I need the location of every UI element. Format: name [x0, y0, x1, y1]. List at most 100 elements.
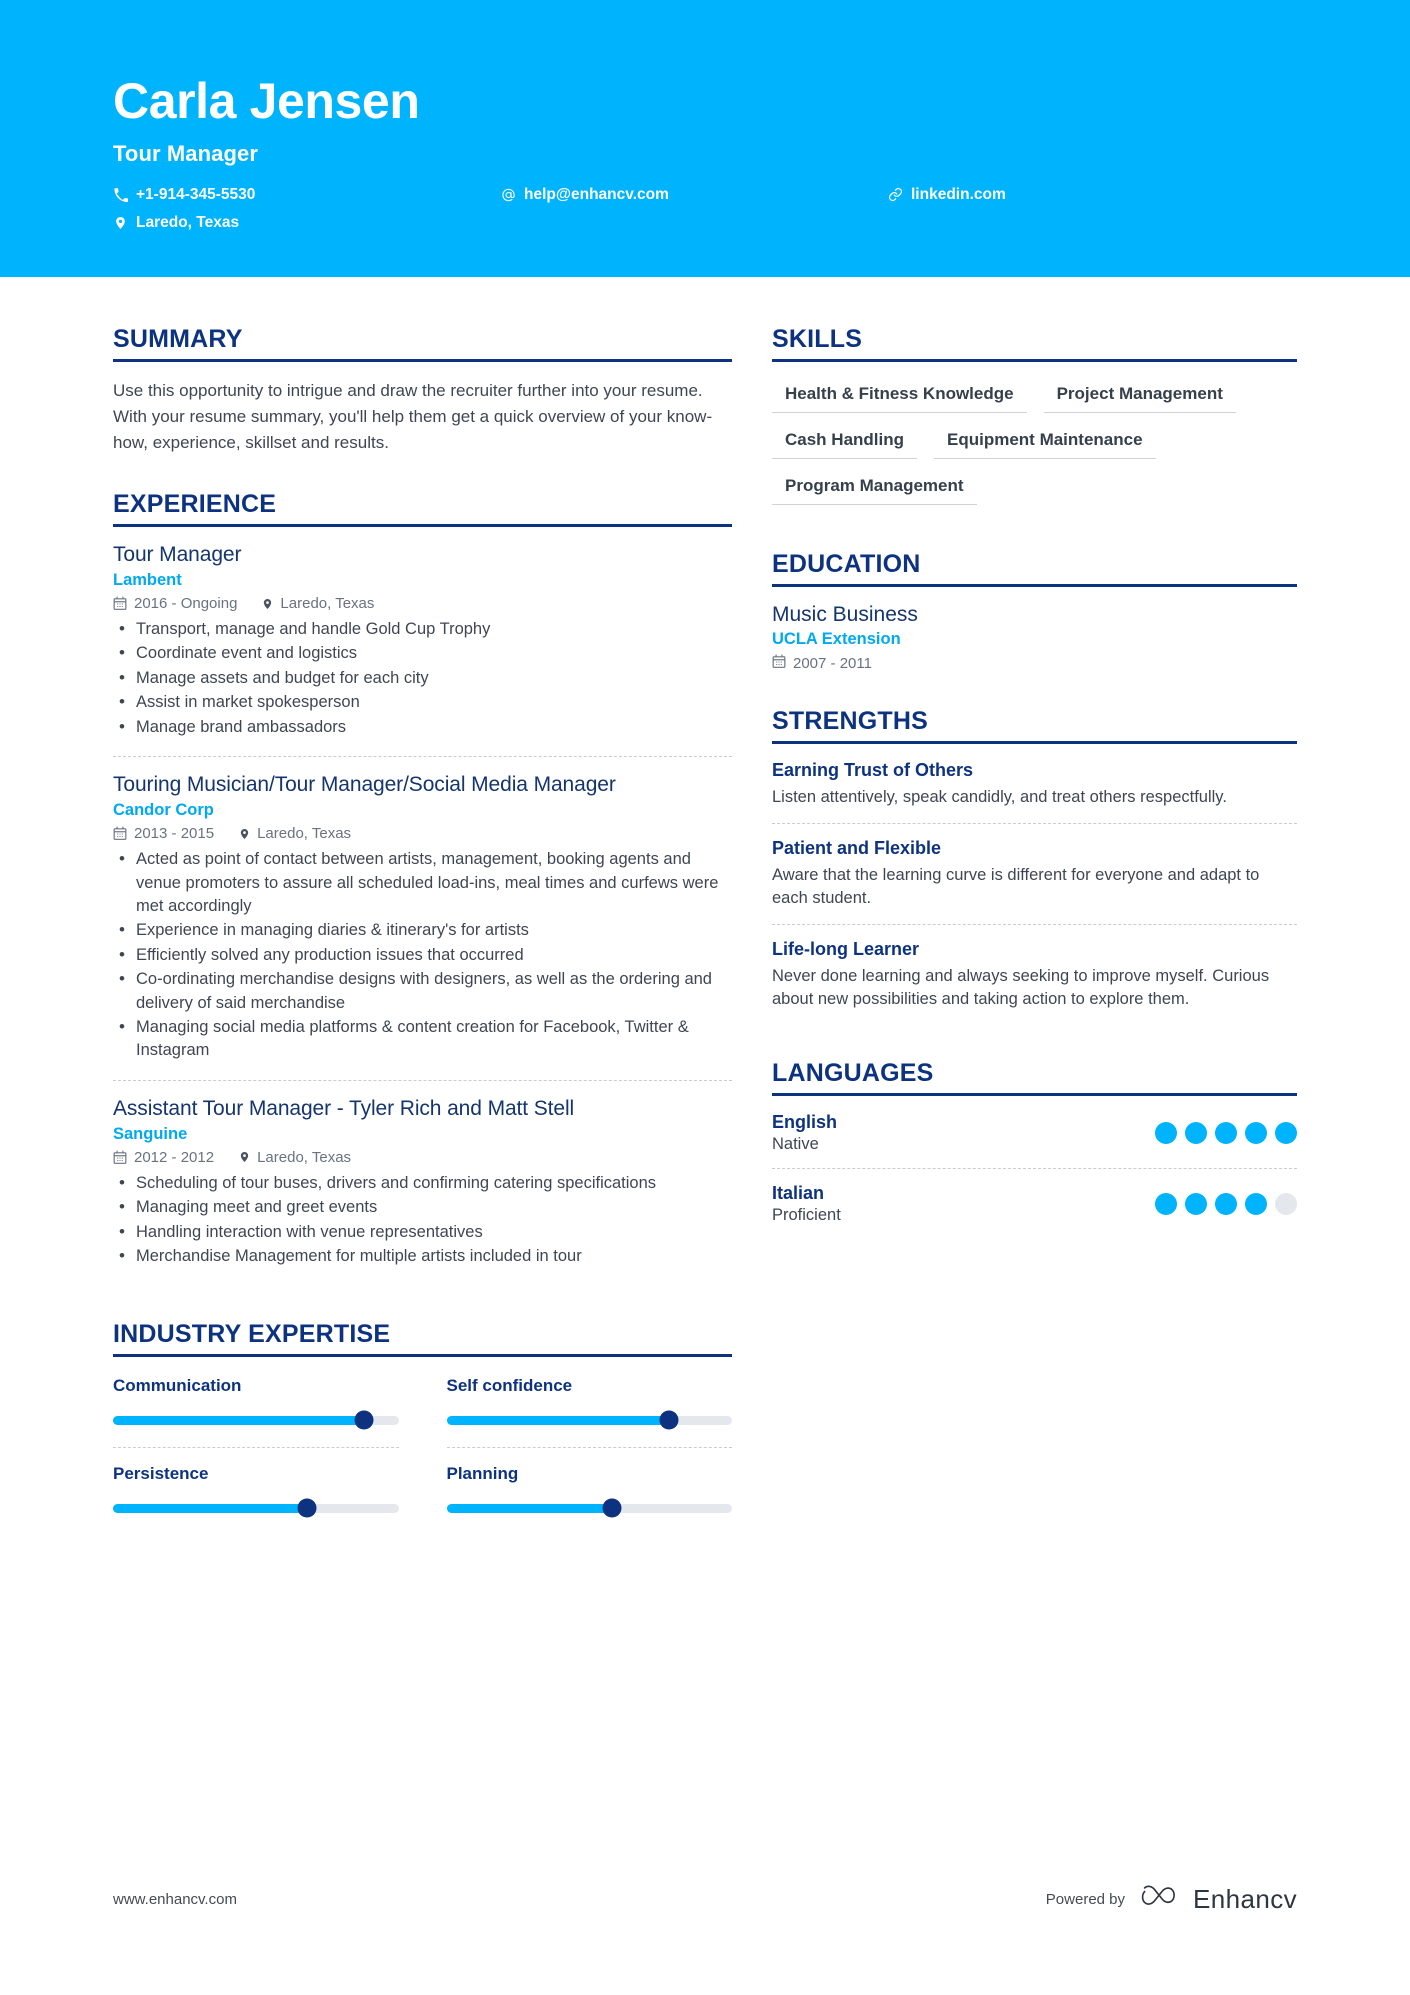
candidate-name: Carla Jensen — [113, 73, 420, 129]
contact-phone-text: +1-914-345-5530 — [136, 185, 256, 203]
experience-company: Lambent — [113, 571, 182, 589]
rating-dot — [1215, 1122, 1237, 1145]
expertise-item: Self confidence — [446, 1373, 732, 1447]
expertise-slider-knob[interactable] — [354, 1410, 374, 1430]
education-school: UCLA Extension — [772, 630, 901, 648]
rating-dot — [1275, 1193, 1297, 1216]
experience-title: Assistant Tour Manager - Tyler Rich and … — [113, 1096, 575, 1120]
contact-link-text: linkedin.com — [911, 185, 1006, 203]
bullet: Experience in managing diaries & itinera… — [113, 918, 732, 943]
rating-dot — [1245, 1122, 1267, 1145]
language-info: Italian Proficient — [772, 1183, 841, 1225]
contact-row: +1-914-345-5530 help@enhancv.com linkedi… — [113, 186, 1410, 231]
contact-location-text: Laredo, Texas — [136, 213, 240, 231]
contact-phone[interactable]: +1-914-345-5530 — [113, 186, 255, 204]
expertise-slider-fill — [446, 1503, 613, 1513]
left-column: SUMMARY Use this opportunity to intrigue… — [0, 325, 772, 1551]
education-item: Music Business UCLA Extension 2007 - 201… — [772, 603, 1297, 673]
strengths-heading: STRENGTHS — [772, 707, 1297, 744]
resume-header: Carla Jensen Tour Manager +1-914-345-553… — [0, 0, 1410, 277]
resume-page: Carla Jensen Tour Manager +1-914-345-553… — [0, 0, 1410, 1995]
experience-location: Laredo, Texas — [239, 1149, 351, 1166]
bullet: Managing social media platforms & conten… — [113, 1015, 732, 1063]
rating-dot — [1185, 1122, 1207, 1145]
summary-heading: SUMMARY — [113, 325, 732, 362]
experience-bullets: Acted as point of contact between artist… — [113, 847, 732, 1063]
map-pin-icon — [113, 215, 128, 231]
section-industry-expertise: INDUSTRY EXPERTISE Communication Self co… — [113, 1320, 732, 1518]
rating-dot — [1245, 1193, 1267, 1216]
strength-description: Never done learning and always seeking t… — [772, 967, 1270, 1009]
bullet: Manage brand ambassadors — [113, 715, 732, 740]
calendar-icon — [113, 596, 127, 611]
experience-title: Touring Musician/Tour Manager/Social Med… — [113, 773, 616, 797]
bullet: Assist in market spokesperson — [113, 690, 732, 715]
strength-item: Life-long Learner Never done learning an… — [772, 924, 1297, 1025]
skill-chip: Health & Fitness Knowledge — [772, 378, 1027, 413]
rating-dot — [1275, 1122, 1297, 1145]
strength-title: Earning Trust of Others — [772, 760, 974, 780]
expertise-slider[interactable] — [446, 1498, 732, 1518]
link-icon — [888, 187, 903, 203]
expertise-slider[interactable] — [113, 1498, 399, 1518]
contact-link[interactable]: linkedin.com — [888, 186, 1006, 204]
enhancv-logo-icon — [1141, 1884, 1183, 1915]
contact-email[interactable]: help@enhancv.com — [501, 186, 669, 204]
expertise-slider-fill — [446, 1415, 670, 1425]
expertise-slider-knob[interactable] — [602, 1498, 622, 1518]
calendar-icon — [113, 1150, 127, 1165]
map-pin-icon — [239, 1150, 250, 1164]
contact-location: Laredo, Texas — [113, 214, 239, 232]
brand-name: Enhancv — [1193, 1884, 1297, 1914]
experience-location-text: Laredo, Texas — [280, 595, 375, 612]
skill-chip: Cash Handling — [772, 424, 918, 459]
experience-location: Laredo, Texas — [262, 595, 374, 612]
experience-title: Tour Manager — [113, 543, 242, 566]
brand-logo-block: Enhancv — [1141, 1884, 1297, 1915]
languages-heading: LANGUAGES — [772, 1059, 1297, 1097]
language-info: English Native — [772, 1112, 837, 1154]
experience-company: Sanguine — [113, 1124, 188, 1143]
experience-location-text: Laredo, Texas — [257, 1148, 352, 1166]
skill-chip: Program Management — [772, 470, 977, 505]
calendar-icon — [772, 654, 786, 673]
expertise-slider-knob[interactable] — [297, 1498, 317, 1518]
language-name: English — [772, 1112, 838, 1133]
rating-dot — [1155, 1122, 1177, 1145]
experience-dates-text: 2016 - Ongoing — [134, 595, 238, 612]
experience-dates: 2012 - 2012 — [113, 1149, 214, 1166]
section-summary: SUMMARY Use this opportunity to intrigue… — [113, 325, 732, 456]
footer-url[interactable]: www.enhancv.com — [113, 1891, 237, 1908]
expertise-slider[interactable] — [446, 1410, 732, 1430]
bullet: Merchandise Management for multiple arti… — [113, 1244, 732, 1269]
expertise-slider-knob[interactable] — [659, 1410, 679, 1430]
language-item: English Native — [772, 1112, 1297, 1168]
experience-meta: 2012 - 2012 Laredo, Texas — [113, 1149, 732, 1166]
experience-dates: 2013 - 2015 — [113, 825, 214, 842]
experience-meta: 2016 - Ongoing Laredo, Texas — [113, 595, 732, 612]
rating-dot — [1185, 1193, 1207, 1216]
industry-expertise-heading: INDUSTRY EXPERTISE — [113, 1320, 732, 1357]
education-heading: EDUCATION — [772, 550, 1297, 587]
expertise-item: Persistence — [113, 1446, 399, 1518]
education-dates: 2007 - 2011 — [772, 654, 1297, 673]
expertise-label: Persistence — [113, 1463, 209, 1483]
phone-icon — [113, 187, 128, 203]
powered-by-label: Powered by — [1045, 1891, 1126, 1908]
experience-item: Tour Manager Lambent 2016 - Ongoing Lare… — [113, 543, 732, 756]
powered-by-block: Powered by Enhancv — [1046, 1884, 1297, 1915]
expertise-slider-fill — [113, 1503, 308, 1513]
language-rating-dots — [1155, 1122, 1297, 1145]
right-column: SKILLS Health & Fitness Knowledge Projec… — [772, 325, 1410, 1551]
skills-list: Health & Fitness Knowledge Project Manag… — [772, 378, 1297, 516]
expertise-slider[interactable] — [113, 1410, 399, 1430]
section-education: EDUCATION Music Business UCLA Extension — [772, 550, 1297, 673]
expertise-item: Communication — [113, 1373, 399, 1447]
expertise-label: Planning — [446, 1463, 519, 1483]
section-languages: LANGUAGES English Native Italian Profici… — [772, 1059, 1297, 1239]
strength-title: Patient and Flexible — [772, 838, 942, 859]
section-skills: SKILLS Health & Fitness Knowledge Projec… — [772, 325, 1297, 516]
experience-dates-text: 2013 - 2015 — [134, 825, 215, 843]
bullet: Efficiently solved any production issues… — [113, 943, 732, 968]
summary-text: Use this opportunity to intrigue and dra… — [113, 381, 713, 452]
